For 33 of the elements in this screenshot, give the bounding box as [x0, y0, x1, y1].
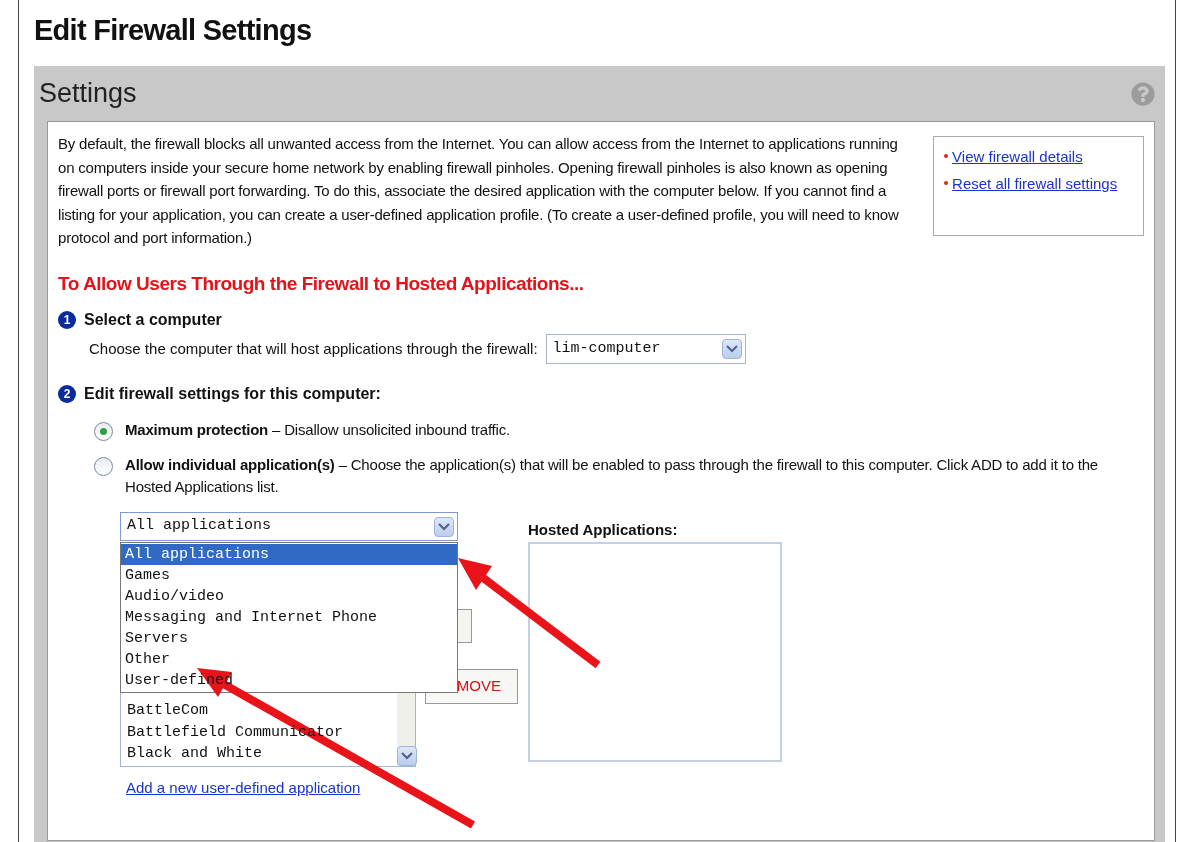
dropdown-option[interactable]: Servers — [121, 628, 457, 649]
dropdown-option[interactable]: Audio/video — [121, 586, 457, 607]
chevron-down-icon — [434, 516, 454, 537]
dropdown-option[interactable]: All applications — [121, 544, 457, 565]
add-application-link[interactable]: Add a new user-defined application — [126, 777, 458, 800]
page-title: Edit Firewall Settings — [34, 13, 313, 48]
intro-paragraph: By default, the firewall blocks all unwanted access from the Internet. You can allow access from the Internet to applications running on computers inside your secure home network by enabling firewall pinholes. Opening firewall pinholes is also known as opening firewall ports or firewall port forwarding. To do this, associate the desired application with the computer below. If you cannot find a listing for your application, you can create a user-defined application profile. (To create a user-defined profile, you will need to know protocol and port information.) — [58, 134, 900, 248]
side-link[interactable]: View firewall details — [952, 146, 1083, 167]
computer-select[interactable]: lim-computer — [545, 334, 746, 364]
chevron-down-icon — [721, 339, 742, 359]
radio-label: Allow individual application(s) – Choose the application(s) that will be enabled to pass through the firewall to this computer. Click ADD to add it to the Hosted Applications list. — [125, 455, 1099, 497]
bullet-icon — [944, 154, 949, 158]
dropdown-option[interactable]: Messaging and Internet Phone — [121, 607, 457, 628]
bullet-icon — [944, 181, 949, 185]
computer-label: Choose the computer that will host applications through the firewall: — [89, 338, 538, 359]
side-link[interactable]: Reset all firewall settings — [952, 173, 1118, 194]
step-title: Select a computer — [84, 310, 222, 330]
dropdown-option[interactable]: Other — [121, 649, 457, 670]
application-item[interactable]: BattleCom — [127, 700, 208, 722]
step-title: Edit firewall settings for this computer: — [84, 384, 381, 404]
help-icon[interactable] — [1131, 81, 1155, 106]
step-number: 2 — [58, 385, 76, 403]
hosted-applications-label: Hosted Applications: — [528, 520, 679, 540]
application-item[interactable]: Black and White — [127, 743, 263, 765]
dropdown-option[interactable]: Games — [121, 565, 457, 586]
radio-button[interactable] — [94, 457, 113, 476]
chevron-down-icon — [397, 746, 417, 766]
category-select[interactable]: All applications — [120, 512, 458, 541]
section-heading: To Allow Users Through the Firewall to Hosted Applications... — [58, 271, 585, 296]
radio-label: Maximum protection – Disallow unsolicited inbound traffic. — [125, 420, 511, 440]
step-number: 1 — [58, 311, 76, 329]
panel-title: Settings — [39, 77, 137, 111]
radio-button[interactable] — [94, 422, 113, 441]
